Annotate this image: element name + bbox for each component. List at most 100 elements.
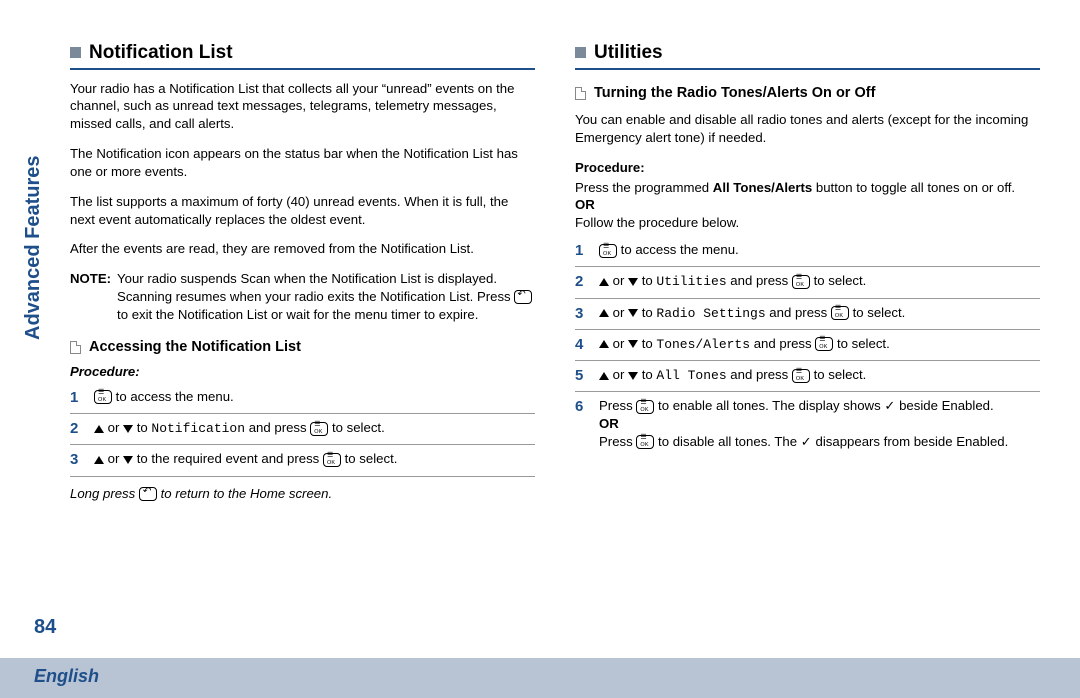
text: beside Enabled. <box>899 398 994 413</box>
heading-notification-list: Notification List <box>70 40 535 70</box>
subheading-text: Accessing the Notification List <box>89 338 301 358</box>
text: or <box>108 420 123 435</box>
or-label: OR <box>575 196 1040 214</box>
step-text: to access the menu. <box>94 388 535 406</box>
para: The list supports a maximum of forty (40… <box>70 193 535 229</box>
text: or <box>613 273 628 288</box>
text: disappears from beside Enabled. <box>816 434 1009 449</box>
ok-key-icon <box>815 337 833 351</box>
menu-item-mono: Utilities <box>656 274 726 289</box>
note-block: NOTE: Your radio suspends Scan when the … <box>70 270 535 323</box>
document-icon <box>575 87 586 100</box>
heading-text: Utilities <box>594 40 663 66</box>
ok-key-icon <box>636 400 654 414</box>
text: to <box>642 305 657 320</box>
step-number: 4 <box>575 335 589 355</box>
step-number: 1 <box>575 241 589 261</box>
text: to <box>137 420 152 435</box>
up-arrow-icon <box>599 309 609 317</box>
square-bullet-icon <box>575 47 586 58</box>
procedure-label: Procedure: <box>575 159 1040 177</box>
step-text: or to Radio Settings and press to select… <box>599 304 1040 323</box>
ok-key-icon <box>792 275 810 289</box>
footer-language: English <box>34 666 99 687</box>
text: or <box>613 336 628 351</box>
page-number: 84 <box>34 616 56 639</box>
text: to <box>642 367 657 382</box>
note-body: Your radio suspends Scan when the Notifi… <box>117 270 535 323</box>
down-arrow-icon <box>628 309 638 317</box>
ok-key-icon <box>310 422 328 436</box>
para: Your radio has a Notification List that … <box>70 80 535 133</box>
text: and press <box>730 367 792 382</box>
text: Long press <box>70 486 139 501</box>
step-row: 3 or to Radio Settings and press to sele… <box>575 299 1040 330</box>
heading-text: Notification List <box>89 40 233 66</box>
text: to access the menu. <box>116 389 234 404</box>
para: After the events are read, they are remo… <box>70 240 535 258</box>
step-row: 5 or to All Tones and press to select. <box>575 361 1040 392</box>
text: Follow the procedure below. <box>575 214 1040 232</box>
text: to access the menu. <box>621 242 739 257</box>
text: to select. <box>837 336 890 351</box>
footnote: Long press to return to the Home screen. <box>70 485 535 503</box>
step-row: 1 to access the menu. <box>575 236 1040 267</box>
menu-item-mono: All Tones <box>656 368 726 383</box>
text: to enable all tones. The display shows <box>658 398 884 413</box>
subheading-text: Turning the Radio Tones/Alerts On or Off <box>594 84 875 104</box>
ok-key-icon <box>323 453 341 467</box>
ok-key-icon <box>94 390 112 404</box>
text: to select. <box>853 305 906 320</box>
text: and press <box>769 305 831 320</box>
back-key-icon <box>514 290 532 304</box>
square-bullet-icon <box>70 47 81 58</box>
text: to return to the Home screen. <box>161 486 333 501</box>
step-number: 3 <box>70 450 84 470</box>
text: to select. <box>332 420 385 435</box>
side-section-label: Advanced Features <box>22 155 45 340</box>
step-text: or to the required event and press to se… <box>94 450 535 468</box>
step-row: 1 to access the menu. <box>70 383 535 414</box>
text: Your radio suspends Scan when the Notifi… <box>117 271 514 304</box>
check-icon: ✓ <box>801 434 812 449</box>
step-number: 3 <box>575 304 589 324</box>
step-text: or to Tones/Alerts and press to select. <box>599 335 1040 354</box>
step-row: 3 or to the required event and press to … <box>70 445 535 476</box>
step-number: 2 <box>70 419 84 439</box>
up-arrow-icon <box>599 340 609 348</box>
down-arrow-icon <box>628 340 638 348</box>
text: to disable all tones. The <box>658 434 801 449</box>
text: Press <box>599 398 636 413</box>
text: to the required event and press <box>137 451 323 466</box>
procedure-text: Press the programmed All Tones/Alerts bu… <box>575 179 1040 197</box>
menu-item-mono: Tones/Alerts <box>656 337 750 352</box>
text: Press <box>599 434 636 449</box>
step-number: 2 <box>575 272 589 292</box>
up-arrow-icon <box>94 456 104 464</box>
step-row: 6 Press to enable all tones. The display… <box>575 392 1040 455</box>
page-content: Notification List Your radio has a Notif… <box>0 0 1080 515</box>
document-icon <box>70 341 81 354</box>
step-number: 6 <box>575 397 589 417</box>
menu-item-mono: Radio Settings <box>656 306 765 321</box>
para: You can enable and disable all radio ton… <box>575 111 1040 147</box>
down-arrow-icon <box>628 278 638 286</box>
menu-item-mono: Notification <box>151 421 245 436</box>
text: to select. <box>345 451 398 466</box>
text: or <box>108 451 123 466</box>
right-column: Utilities Turning the Radio Tones/Alerts… <box>575 40 1040 515</box>
check-icon: ✓ <box>884 398 895 413</box>
up-arrow-icon <box>599 372 609 380</box>
step-text: or to Notification and press to select. <box>94 419 535 438</box>
left-column: Notification List Your radio has a Notif… <box>70 40 535 515</box>
down-arrow-icon <box>628 372 638 380</box>
step-text: to access the menu. <box>599 241 1040 259</box>
text: or <box>613 367 628 382</box>
bold-text: All Tones/Alerts <box>713 180 812 195</box>
or-label: OR <box>599 415 1040 433</box>
step-row: 2 or to Utilities and press to select. <box>575 267 1040 298</box>
footer-bar: English <box>0 658 1080 698</box>
subheading-tones: Turning the Radio Tones/Alerts On or Off <box>575 84 1040 104</box>
text: and press <box>249 420 311 435</box>
note-label: NOTE: <box>70 270 111 323</box>
